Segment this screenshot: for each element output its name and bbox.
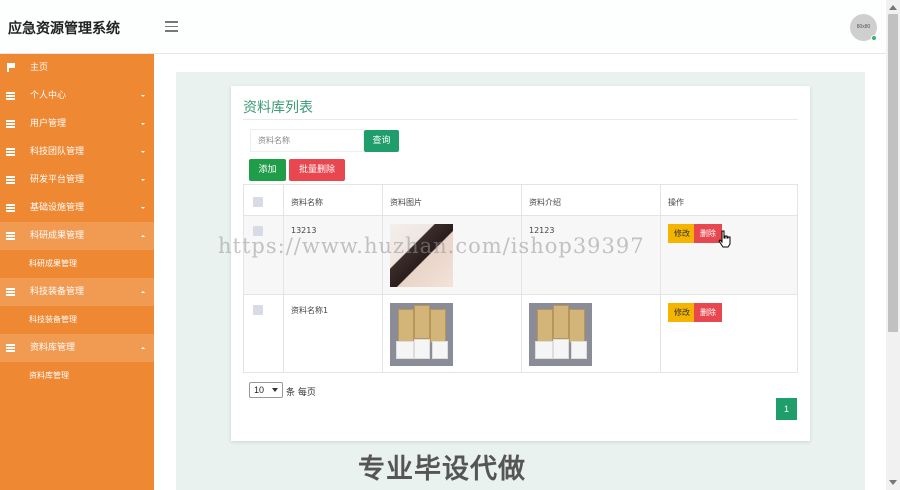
table-header-row: 资料名称 资料图片 资料介绍 操作: [243, 184, 798, 216]
sidebar-item-label: 用户管理: [30, 119, 67, 129]
boxes-photo-thumbnail: [390, 303, 453, 366]
sidebar-item-label: 科技团队管理: [30, 147, 85, 157]
chevron-down-icon: [141, 207, 145, 209]
grid-icon: [6, 232, 15, 240]
chevron-down-icon: [141, 123, 145, 125]
scroll-up-arrow-icon[interactable]: [889, 5, 897, 10]
grid-icon: [6, 148, 15, 156]
row-actions: 修改 删除: [660, 215, 798, 295]
row-description-image-cell: [521, 294, 661, 373]
sidebar-item-personal-center[interactable]: 个人中心: [0, 82, 154, 110]
search-button[interactable]: 查询: [364, 130, 399, 152]
page-size-label: 条 每页: [286, 388, 316, 398]
chevron-up-icon: [141, 235, 145, 237]
title-divider: [243, 119, 798, 120]
watermark-url: https://www.huzhan.com/ishop39397: [218, 234, 645, 258]
sidebar-item-infrastructure[interactable]: 基础设施管理: [0, 194, 154, 222]
sidebar-item-tech-equipment[interactable]: 科技装备管理: [0, 278, 154, 306]
page-size-select[interactable]: 10: [249, 382, 283, 398]
hand-cursor-icon: [718, 230, 731, 248]
sidebar-item-label: 研发平台管理: [30, 175, 85, 185]
grid-icon: [6, 176, 15, 184]
sidebar-item-tech-team[interactable]: 科技团队管理: [0, 138, 154, 166]
grid-icon: [6, 288, 15, 296]
chevron-down-icon: [141, 151, 145, 153]
column-header-name: 资料名称: [283, 184, 383, 216]
sidebar-item-label: 基础设施管理: [30, 203, 85, 213]
sidebar-item-research-results[interactable]: 科研成果管理: [0, 222, 154, 250]
grid-icon: [6, 204, 15, 212]
row-image-cell: [382, 294, 522, 373]
page-title: 资料库列表: [243, 100, 313, 116]
sidebar-item-label: 科技装备管理: [30, 287, 85, 297]
row-name: 资料名称1: [283, 294, 383, 373]
pagination-page-button[interactable]: 1: [776, 398, 797, 420]
table-row: 资料名称1 修改 删除: [243, 294, 798, 373]
sidebar-item-label: 个人中心: [30, 91, 67, 101]
add-button[interactable]: 添加: [249, 159, 286, 181]
row-actions: 修改 删除: [660, 294, 798, 373]
page-scrollbar[interactable]: [886, 0, 900, 490]
sidebar-item-home[interactable]: 主页: [0, 54, 154, 82]
top-header: 应急资源管理系统 80x80: [0, 0, 886, 54]
online-status-dot: [871, 35, 877, 41]
grid-icon: [6, 92, 15, 100]
header-checkbox-cell: [243, 184, 284, 216]
column-header-actions: 操作: [660, 184, 798, 216]
sidebar-subitem-research-results[interactable]: 科研成果管理: [0, 250, 154, 278]
row-checkbox-cell: [243, 294, 284, 373]
column-header-image: 资料图片: [382, 184, 522, 216]
edit-button[interactable]: 修改: [668, 303, 696, 322]
select-all-checkbox[interactable]: [253, 197, 263, 207]
row-checkbox[interactable]: [253, 305, 263, 315]
sidebar-item-user-management[interactable]: 用户管理: [0, 110, 154, 138]
scroll-thumb[interactable]: [888, 14, 898, 332]
column-header-description: 资料介绍: [521, 184, 661, 216]
boxes-photo-thumbnail: [529, 303, 592, 366]
sidebar-subitem-library[interactable]: 资料库管理: [0, 362, 154, 390]
menu-toggle-icon[interactable]: [165, 21, 178, 32]
grid-icon: [6, 344, 15, 352]
sidebar-item-library[interactable]: 资料库管理: [0, 334, 154, 362]
library-list-card: 资料库列表 资料名称 查询 添加 批量删除 资料名称 资料图片 资料介绍 操作 …: [231, 86, 810, 441]
delete-button[interactable]: 删除: [694, 303, 722, 322]
chevron-down-icon: [141, 179, 145, 181]
chevron-up-icon: [141, 347, 145, 349]
library-table: 资料名称 资料图片 资料介绍 操作 13213 12123 修改 删除 资料名称…: [243, 184, 798, 373]
sidebar: 主页 个人中心 用户管理 科技团队管理 研发平台管理 基础设施管理 科研成果管理…: [0, 54, 154, 490]
chevron-down-icon: [141, 95, 145, 97]
sidebar-item-label: 资料库管理: [30, 343, 76, 353]
watermark-text: 专业毕设代做: [358, 454, 526, 485]
sidebar-item-rd-platform[interactable]: 研发平台管理: [0, 166, 154, 194]
app-title: 应急资源管理系统: [8, 21, 120, 37]
bulk-delete-button[interactable]: 批量删除: [289, 159, 345, 181]
sidebar-item-label: 主页: [30, 63, 49, 73]
sidebar-subitem-tech-equipment[interactable]: 科技装备管理: [0, 306, 154, 334]
chevron-up-icon: [141, 291, 145, 293]
search-input[interactable]: 资料名称: [250, 129, 364, 152]
sidebar-item-label: 科研成果管理: [30, 231, 85, 241]
scroll-down-arrow-icon[interactable]: [889, 480, 897, 485]
app-window: 应急资源管理系统 80x80 主页 个人中心 用户管理 科技团队管理 研发平台管…: [0, 0, 900, 490]
edit-button[interactable]: 修改: [668, 224, 696, 243]
grid-icon: [6, 120, 15, 128]
flag-icon: [7, 63, 15, 72]
